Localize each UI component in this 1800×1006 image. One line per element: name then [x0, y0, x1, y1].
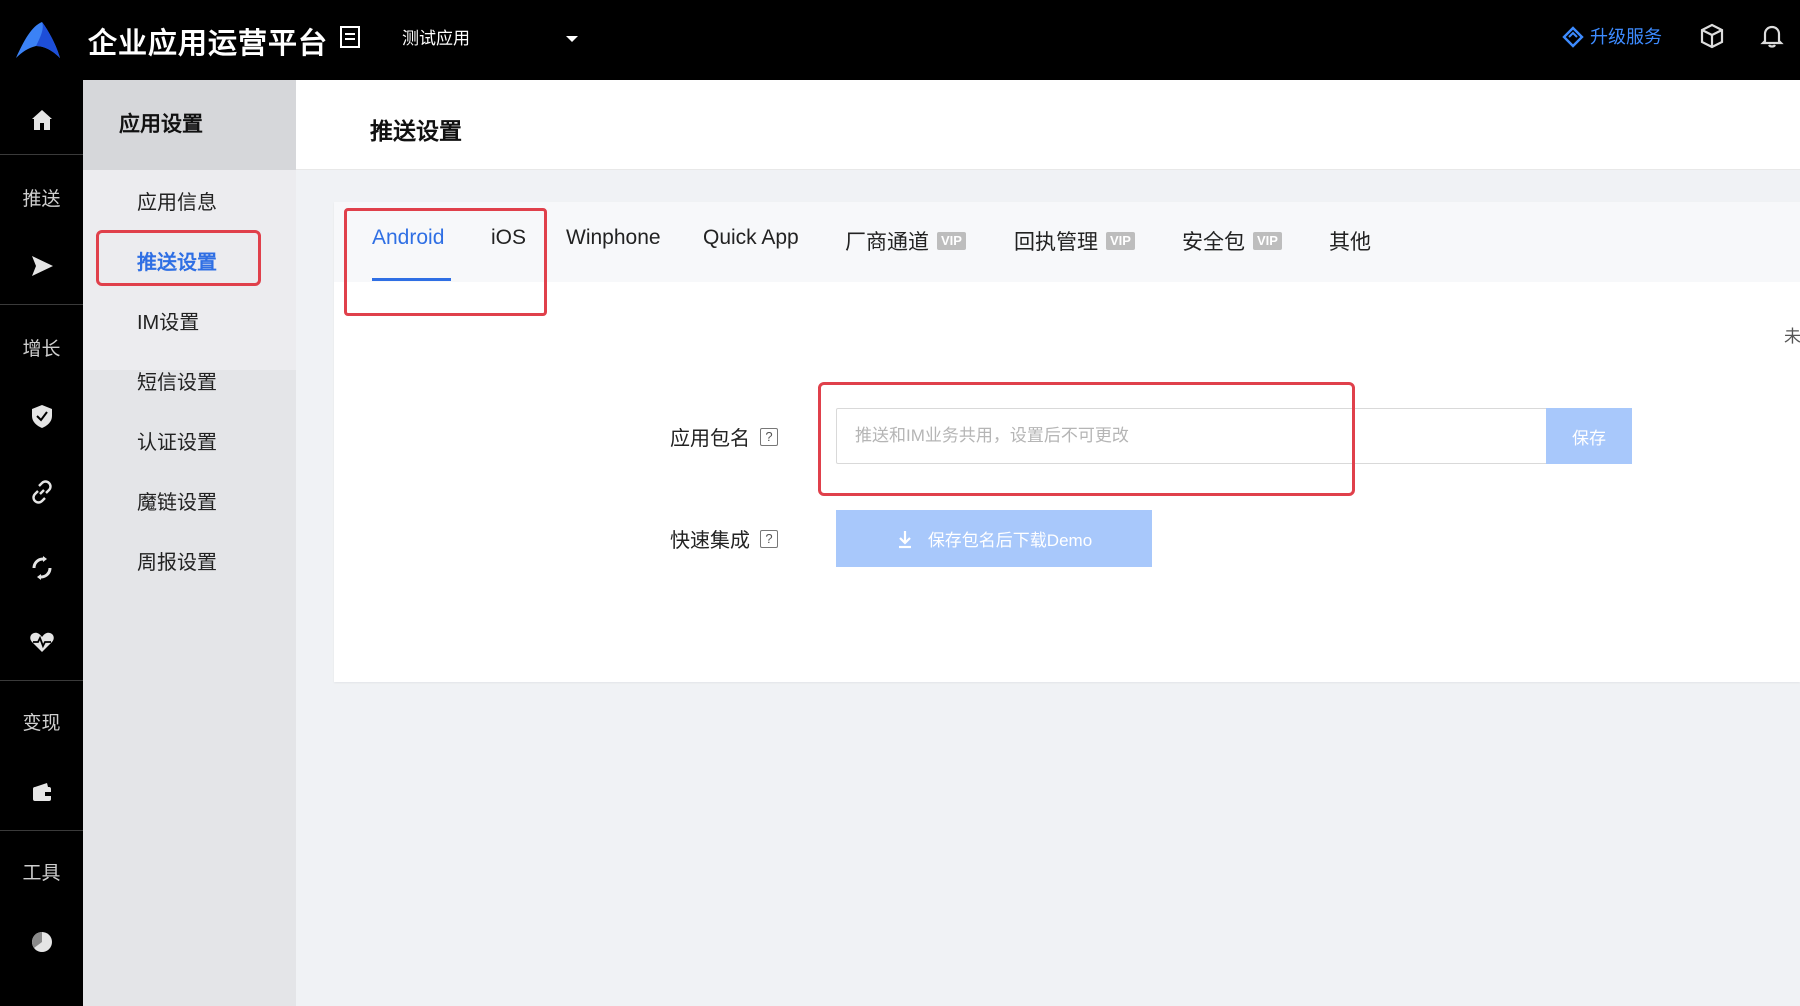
help-icon[interactable]: ?: [760, 427, 778, 446]
sidebar-item-im-settings[interactable]: IM设置: [137, 306, 199, 335]
sidebar-item-app-info[interactable]: 应用信息: [137, 186, 217, 215]
app-selector[interactable]: 测试应用: [402, 24, 582, 54]
document-icon[interactable]: [338, 24, 364, 50]
tab-security-package[interactable]: 安全包 VIP: [1182, 226, 1282, 256]
rail-send[interactable]: [0, 244, 83, 288]
tab-other[interactable]: 其他: [1329, 226, 1371, 256]
quick-integration-text: 快速集成: [670, 530, 750, 552]
upgrade-label: 升级服务: [1590, 27, 1662, 47]
upgrade-service-link[interactable]: 升级服务: [1562, 22, 1662, 52]
rail-section-push: 推送: [0, 180, 83, 214]
tab-winphone[interactable]: Winphone: [566, 226, 661, 250]
rail-label-monetize: 变现: [22, 712, 61, 734]
bell-icon[interactable]: [1758, 22, 1786, 50]
rail-analytics[interactable]: [0, 920, 83, 964]
tab-quick-app[interactable]: Quick App: [703, 226, 799, 250]
help-icon[interactable]: ?: [760, 529, 778, 548]
tab-vendor-channel[interactable]: 厂商通道 VIP: [845, 226, 966, 256]
rail-sync[interactable]: [0, 546, 83, 590]
sidebar-item-auth-settings[interactable]: 认证设置: [137, 426, 217, 455]
tab-vendor-channel-label: 厂商通道: [845, 231, 929, 254]
chevron-down-icon: [566, 36, 578, 42]
rail-section-growth: 增长: [0, 330, 83, 364]
rail-link[interactable]: [0, 470, 83, 514]
rail-label-growth: 增长: [22, 338, 61, 360]
rail-wallet[interactable]: [0, 770, 83, 814]
tab-quick-app-label: Quick App: [703, 226, 799, 249]
tab-security-package-label: 安全包: [1182, 231, 1245, 254]
download-demo-label: 保存包名后下载Demo: [927, 531, 1093, 550]
save-button[interactable]: 保存: [1546, 408, 1632, 464]
left-rail: 推送 增长 变现 工具: [0, 80, 83, 1006]
highlight-box-sidebar: [96, 230, 261, 286]
rail-label-tools: 工具: [22, 862, 61, 884]
cube-icon[interactable]: [1698, 22, 1726, 50]
page-header: 推送设置: [296, 80, 1800, 170]
heart-pulse-icon: [29, 632, 54, 652]
logo-icon[interactable]: [14, 20, 62, 60]
pie-chart-icon: [31, 932, 52, 952]
settings-sidebar: 应用设置 应用信息 推送设置 IM设置 短信设置 认证设置 魔链设置 周报设置: [83, 80, 296, 1006]
tab-receipt-management-label: 回执管理: [1014, 231, 1098, 254]
quick-integration-label: 快速集成 ?: [670, 524, 778, 553]
sidebar-item-sms-settings[interactable]: 短信设置: [137, 366, 217, 395]
truncated-edge-text: 未: [1784, 327, 1800, 346]
page-title: 推送设置: [370, 118, 462, 144]
brand-title: 企业应用运营平台: [88, 28, 329, 60]
link-icon: [31, 480, 52, 504]
tab-winphone-label: Winphone: [566, 226, 661, 249]
sync-icon: [32, 556, 51, 580]
shield-icon: [31, 405, 52, 428]
rail-label-push: 推送: [22, 188, 61, 210]
sidebar-item-magic-link-settings[interactable]: 魔链设置: [137, 486, 217, 515]
highlight-box-input: [818, 382, 1355, 496]
top-bar: 企业应用运营平台 测试应用 升级服务: [0, 0, 1800, 80]
sidebar-item-weekly-report-settings[interactable]: 周报设置: [137, 546, 217, 575]
download-icon: [898, 530, 911, 548]
rail-health[interactable]: [0, 620, 83, 664]
diamond-icon: [1562, 26, 1584, 48]
rail-security[interactable]: [0, 394, 83, 438]
sidebar-title: 应用设置: [83, 80, 296, 170]
rail-section-monetize: 变现: [0, 704, 83, 738]
download-demo-button[interactable]: 保存包名后下载Demo: [836, 510, 1152, 567]
rail-home[interactable]: [0, 98, 83, 142]
tab-receipt-management[interactable]: 回执管理 VIP: [1014, 226, 1135, 256]
wallet-icon: [32, 783, 51, 801]
vip-badge: VIP: [1253, 232, 1282, 250]
rail-section-tools: 工具: [0, 854, 83, 888]
home-icon: [31, 110, 52, 130]
tab-other-label: 其他: [1329, 231, 1371, 254]
highlight-box-tabs: [344, 208, 547, 316]
vip-badge: VIP: [1106, 232, 1135, 250]
app-selector-value: 测试应用: [402, 29, 470, 48]
package-name-text: 应用包名: [670, 428, 750, 450]
send-icon: [31, 256, 53, 276]
package-name-label: 应用包名 ?: [670, 422, 778, 451]
vip-badge: VIP: [937, 232, 966, 250]
